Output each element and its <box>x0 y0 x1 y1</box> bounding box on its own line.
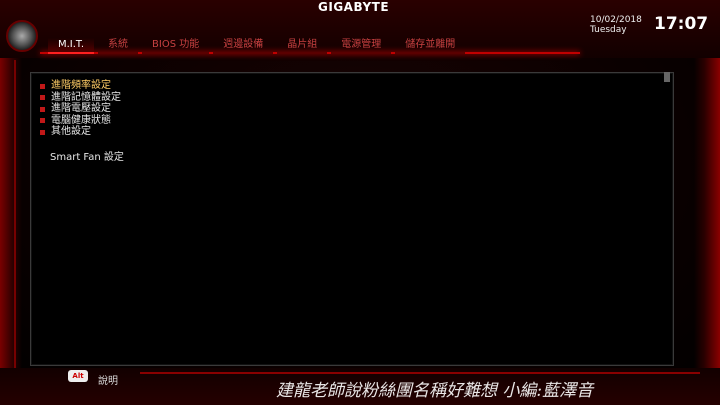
tab-save-and-exit[interactable]: 儲存並離開 <box>395 38 466 54</box>
menu-item-advanced-memory[interactable]: 進階記憶體設定 <box>40 92 121 104</box>
menu-item-advanced-voltage[interactable]: 進階電壓設定 <box>40 103 121 115</box>
menu-item-misc-settings[interactable]: 其他設定 <box>40 126 121 138</box>
tab-peripherals[interactable]: 週邊設備 <box>213 38 274 54</box>
settings-menu: 進階頻率設定 進階記憶體設定 進階電壓設定 電腦健康狀態 其他設定 <box>40 80 385 138</box>
date-display: 10/02/2018 Tuesday <box>590 15 642 35</box>
brand-logo-text: GIGABYTE <box>318 0 390 14</box>
left-frame-line <box>14 60 24 370</box>
menu-item-smart-fan[interactable]: Smart Fan 設定 <box>50 148 124 163</box>
menu-item-advanced-frequency[interactable]: 進階頻率設定 <box>40 80 385 92</box>
date-text: 10/02/2018 <box>590 15 642 25</box>
menu-item-label: 電腦健康狀態 <box>51 114 111 126</box>
time-display: 17:07 <box>654 14 709 34</box>
help-label[interactable]: 說明 <box>98 372 118 387</box>
menu-item-label: 進階頻率設定 <box>51 80 111 91</box>
tab-system[interactable]: 系統 <box>98 38 139 54</box>
bullet-icon <box>40 118 45 123</box>
bottom-accent-line <box>140 372 700 374</box>
menu-item-pc-health[interactable]: 電腦健康狀態 <box>40 115 121 127</box>
content-panel <box>30 72 674 366</box>
bullet-icon <box>40 83 45 89</box>
tab-bios-features[interactable]: BIOS 功能 <box>142 38 210 54</box>
tab-chipset[interactable]: 晶片組 <box>277 38 328 54</box>
tab-mit[interactable]: M.I.T. <box>48 38 95 54</box>
alt-key-icon[interactable]: Alt <box>68 370 88 382</box>
menu-item-label: 其他設定 <box>51 126 91 137</box>
scroll-indicator[interactable] <box>664 72 670 82</box>
bullet-icon <box>40 106 45 112</box>
right-red-glow <box>694 40 720 370</box>
watermark-text: 建龍老師說粉絲團名稱好難想 小編:藍澤音 <box>276 381 594 401</box>
menu-item-label: 進階記憶體設定 <box>51 91 121 103</box>
bullet-icon <box>40 95 45 100</box>
gear-logo-icon[interactable] <box>6 20 38 52</box>
main-tabs: M.I.T. 系統 BIOS 功能 週邊設備 晶片組 電源管理 儲存並離開 <box>48 38 469 54</box>
menu-item-label: 進階電壓設定 <box>51 103 111 114</box>
weekday-text: Tuesday <box>590 25 627 35</box>
bullet-icon <box>40 129 45 135</box>
tab-power-management[interactable]: 電源管理 <box>331 38 392 54</box>
